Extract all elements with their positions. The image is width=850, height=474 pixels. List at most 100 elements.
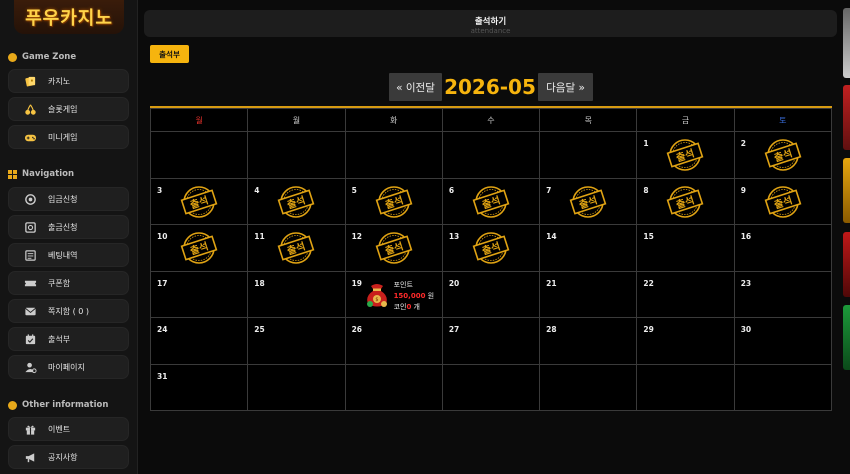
day-number: 26 [351, 325, 362, 334]
sidebar-item-label: 마이페이지 [48, 362, 85, 372]
logo-text: 푸우카지노 [25, 8, 113, 29]
day-number: 23 [740, 278, 752, 288]
attendance-stamp-icon: 출석 [472, 185, 510, 218]
calendar-day-cell: 8 출석 [636, 177, 735, 225]
calendar-day-cell: 30 [733, 317, 833, 365]
day-number: 15 [643, 232, 654, 241]
calendar-day-cell: 25 [247, 317, 346, 365]
calendar-day-cell: 17 [149, 270, 249, 318]
calendar-day-cell: 15 [636, 224, 735, 272]
day-number: 6 [448, 185, 455, 195]
calendar-day-cell: 5 출석 [344, 177, 443, 225]
sidebar-item-notice[interactable]: 공지사항 [8, 445, 129, 469]
attendance-button[interactable]: 출석부 [150, 45, 189, 63]
calendar-day-cell: 23 [733, 270, 833, 318]
calendar-day-cell: 7 출석 [539, 177, 638, 225]
list-icon [23, 248, 37, 262]
calendar-empty-cell [344, 363, 443, 411]
weekday-header: 토 [733, 108, 833, 132]
banner-thumb[interactable] [843, 85, 850, 150]
section-other-information: Other information [8, 400, 108, 410]
gift-icon [23, 422, 37, 436]
day-number: 24 [157, 325, 168, 334]
calendar-day-cell: 12 출석 [344, 224, 443, 272]
day-number: 30 [740, 325, 752, 334]
sidebar-item-attendance[interactable]: 출석부 [8, 327, 129, 351]
sidebar-item-casino[interactable]: 카지노 [8, 69, 129, 93]
day-number: 29 [643, 325, 654, 334]
sidebar-item-label: 출석부 [48, 334, 71, 344]
sidebar-item-withdraw[interactable]: 출금신청 [8, 215, 129, 239]
sidebar-item-coupon[interactable]: 쿠폰함 [8, 271, 129, 295]
day-number: 8 [643, 185, 649, 195]
banner-thumb[interactable] [843, 8, 850, 78]
day-number: 17 [157, 278, 168, 288]
calendar-day-cell: 1 출석 [636, 131, 735, 179]
casino-cards-icon [23, 74, 37, 88]
reward-points-value: 150,000 [393, 291, 426, 300]
day-number: 22 [643, 278, 654, 288]
attendance-stamp-icon: 출석 [277, 185, 315, 218]
calendar-empty-cell [247, 363, 346, 411]
attendance-stamp-icon: 출석 [375, 185, 412, 218]
sidebar-item-minigame[interactable]: 미니게임 [8, 125, 129, 149]
sidebar-item-label: 쪽지함 ( 0 ) [48, 306, 90, 316]
logo[interactable]: 푸우카지노 [14, 0, 124, 34]
sidebar-item-deposit[interactable]: 입금신청 [8, 187, 129, 211]
day-number: 14 [546, 232, 557, 241]
sidebar-item-label: 베팅내역 [48, 250, 78, 260]
attendance-stamp-icon: 출석 [667, 139, 704, 171]
sidebar-item-label: 공지사항 [48, 452, 78, 462]
calendar-week-row: 17 18 19 $ 포인트 150,000 원 코인0 개 20 21 22 23 [149, 270, 833, 318]
prev-month-button[interactable]: « 이전달 [389, 73, 442, 101]
reward-bag-icon: $ [366, 283, 387, 307]
calendar-week-row: 24 25 26 27 28 29 30 [149, 317, 833, 365]
sidebar-item-mypage[interactable]: 마이페이지 [8, 355, 129, 379]
sidebar-item-slot[interactable]: 슬롯게임 [8, 97, 129, 121]
section-navigation: Navigation [8, 169, 74, 179]
reward-points-unit: 원 [425, 291, 435, 300]
attendance-stamp-icon: 출석 [375, 232, 412, 264]
sidebar-item-events[interactable]: 이벤트 [8, 417, 129, 441]
section-title-navigation: Navigation [22, 169, 74, 179]
day-number: 13 [448, 232, 460, 241]
current-month: 2026-05 [444, 75, 536, 99]
calendar-day-cell: 26 [344, 317, 443, 365]
next-month-button[interactable]: 다음달 » [538, 73, 593, 101]
calendar-empty-cell [344, 131, 443, 179]
right-banner-rail [843, 0, 850, 474]
weekday-header: 수 [441, 108, 541, 132]
attendance-stamp-icon: 출석 [667, 185, 704, 218]
banner-thumb[interactable] [843, 305, 850, 370]
day-number: 9 [740, 185, 746, 195]
page-title: 출석하기 [474, 17, 507, 27]
day-number: 7 [546, 185, 552, 195]
day-number: 5 [351, 185, 357, 195]
calendar-day-cell: 31 [149, 363, 249, 411]
calendar-week-row: 3 출석 4 출석 5 출석 6 출석 7 출석 8 출석 9 출석 [149, 177, 833, 225]
megaphone-icon [23, 450, 37, 464]
calendar-week-row: 10 출석 11 출석 12 출석 13 출석 14 15 16 [149, 224, 833, 272]
calendar-empty-cell [441, 131, 541, 179]
reward-points-label: 포인트 [393, 280, 413, 289]
calendar-day-cell: 6 출석 [441, 177, 541, 225]
reward-coin-label: 코인 [393, 302, 407, 311]
weekday-header: 금 [636, 108, 735, 132]
attendance-stamp-icon: 출석 [569, 185, 607, 218]
calendar-day-cell: 18 [247, 270, 346, 318]
sidebar-item-messages[interactable]: 쪽지함 ( 0 ) [8, 299, 129, 323]
calendar-day-cell: 14 [539, 224, 638, 272]
calendar-day-cell: 19 $ 포인트 150,000 원 코인0 개 [344, 270, 443, 318]
attendance-stamp-icon: 출석 [472, 232, 510, 264]
day-number: 12 [351, 232, 362, 241]
calendar-empty-cell [149, 131, 249, 179]
banner-thumb[interactable] [843, 158, 850, 223]
calendar-week-row: 31 [149, 363, 833, 411]
svg-text:$: $ [375, 297, 378, 303]
banner-thumb[interactable] [843, 232, 850, 297]
sidebar-item-betting-history[interactable]: 베팅내역 [8, 243, 129, 267]
calendar-day-cell: 22 [636, 270, 735, 318]
weekday-header: 월 [247, 108, 346, 132]
calendar-day-cell: 4 출석 [247, 177, 346, 225]
sidebar-item-label: 카지노 [48, 76, 71, 86]
